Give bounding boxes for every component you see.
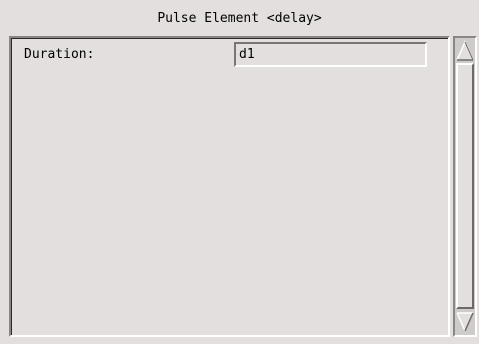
scroll-up-button[interactable] [456,40,474,62]
triangle-down-icon [456,312,474,332]
duration-input[interactable] [234,42,427,67]
duration-label: Duration: [24,47,95,62]
vertical-scrollbar[interactable] [453,36,477,337]
scroll-thumb[interactable] [456,63,474,309]
pulse-element-window: { "window": { "title": "Pulse Element <d… [0,0,479,344]
panel-inner-border [11,38,448,335]
properties-panel [9,36,450,337]
window-title: Pulse Element <delay> [157,11,322,26]
triangle-up-icon [456,40,474,61]
scroll-down-button[interactable] [456,311,474,333]
